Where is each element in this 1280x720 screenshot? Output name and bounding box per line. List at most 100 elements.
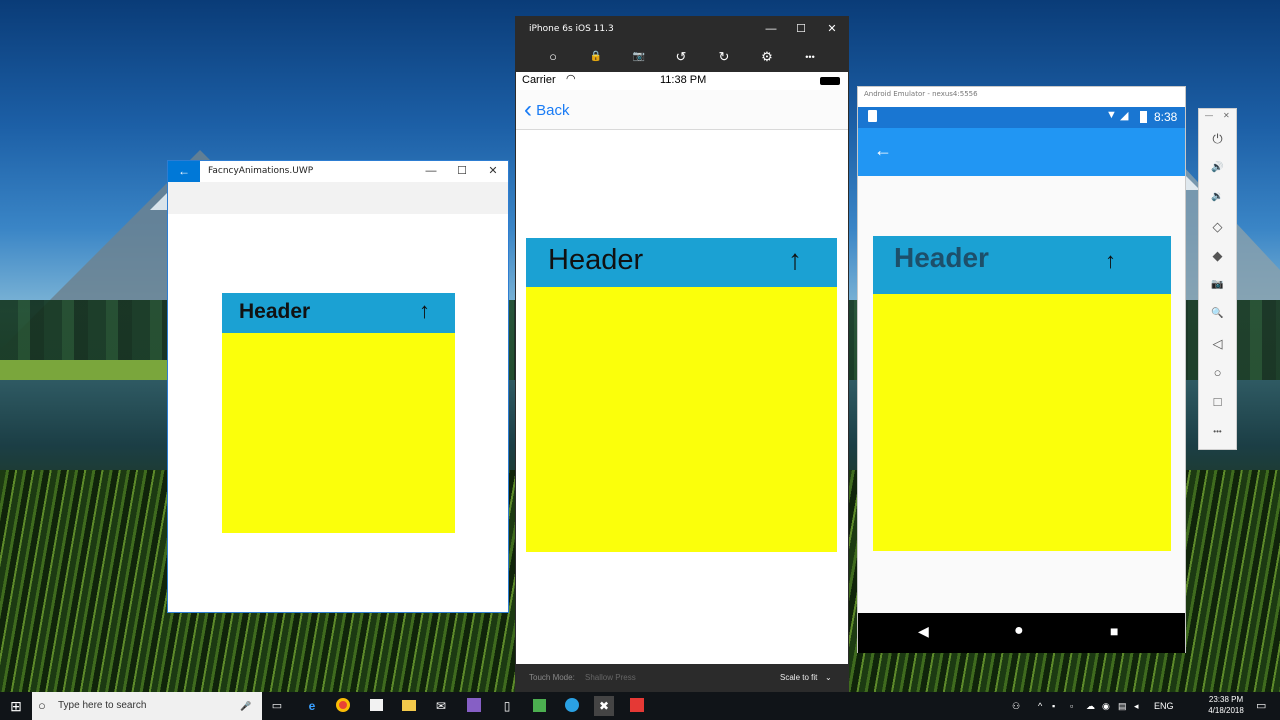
tray-app-icon[interactable]: ◉	[1102, 692, 1110, 720]
android-status-time: 8:38	[1154, 110, 1178, 124]
ios-status-bar: Carrier ◠ 11:38 PM	[516, 72, 848, 90]
nav-recents-icon[interactable]: ■	[1110, 623, 1118, 639]
task-view-icon[interactable]: ▭	[267, 696, 287, 716]
ios-card-title: Header	[548, 244, 644, 276]
visual-studio-icon[interactable]	[464, 696, 484, 716]
remote-desktop-icon[interactable]	[562, 696, 582, 716]
search-icon: ○	[38, 698, 46, 713]
rotate-right-icon[interactable]: ◆	[1199, 244, 1236, 268]
ios-back-button[interactable]: ‹ Back	[524, 96, 570, 125]
home-icon[interactable]: ○	[541, 46, 565, 68]
more-icon[interactable]: •••	[798, 46, 822, 68]
android-navigation-bar: ◀ ● ■	[858, 613, 1185, 653]
battery-icon	[820, 77, 840, 85]
snagit-icon[interactable]	[627, 696, 647, 716]
uwp-titlebar[interactable]: ← FacncyAnimations.UWP — ☐ ✕	[168, 161, 508, 182]
phone-device-icon[interactable]: ▯	[497, 696, 517, 716]
ios-close-button[interactable]: ✕	[817, 16, 847, 42]
settings-gear-icon[interactable]: ⚙	[755, 46, 779, 68]
uwp-card: Header ↑	[222, 293, 455, 533]
nav-back-icon[interactable]: ◀	[918, 623, 929, 640]
tray-app-icon[interactable]: ▫	[1070, 692, 1073, 720]
uwp-card-body	[222, 333, 455, 533]
ios-screen: Carrier ◠ 11:38 PM ‹ Back Header ↑	[516, 72, 848, 664]
side-close-button[interactable]: ✕	[1223, 111, 1230, 120]
edge-browser-icon[interactable]: e	[302, 696, 322, 716]
windows-start-icon[interactable]: ⊞	[6, 696, 26, 716]
taskbar-clock[interactable]: 23:38 PM 4/18/2018	[1204, 694, 1248, 716]
android-status-bar: ▼ ◢ 8:38	[858, 107, 1185, 128]
nav-home-icon[interactable]: ●	[1014, 622, 1024, 640]
uwp-maximize-button[interactable]: ☐	[447, 161, 477, 182]
android-emulator-title: Android Emulator - nexus4:5556	[864, 90, 978, 98]
volume-icon[interactable]: ◂	[1134, 692, 1139, 720]
xamarin-icon[interactable]: ✖	[594, 696, 614, 716]
camera-icon[interactable]: 📷	[1199, 273, 1236, 297]
back-icon[interactable]: ◁	[1199, 332, 1236, 356]
mail-icon[interactable]: ✉	[431, 696, 451, 716]
taskbar-date: 4/18/2018	[1208, 706, 1244, 715]
taskbar-time: 23:38 PM	[1208, 695, 1244, 704]
android-card-header[interactable]: Header ↑	[873, 236, 1171, 294]
android-emulator-side-toolbar: — ✕ ⏻ 🔊 🔉 ◇ ◆ 📷 🔍 ◁ ○ □ •••	[1198, 108, 1237, 450]
taskbar-search-box[interactable]: ○ Type here to search 🎤	[32, 692, 262, 720]
uwp-close-button[interactable]: ✕	[478, 161, 508, 182]
show-hidden-icons-chevron[interactable]: ^	[1038, 692, 1042, 720]
rotate-left-icon[interactable]: ◇	[1199, 215, 1236, 239]
android-emulator-window: Android Emulator - nexus4:5556 ▼ ◢ 8:38 …	[857, 86, 1186, 653]
ios-carrier: Carrier	[522, 74, 556, 86]
power-icon[interactable]: ⏻	[1199, 127, 1236, 151]
ios-simulator-titlebar[interactable]: iPhone 6s iOS 11.3 — ☐ ✕	[515, 16, 849, 42]
back-arrow-icon: ←	[178, 164, 190, 178]
rotate-right-icon[interactable]: ↻	[712, 46, 736, 68]
up-arrow-icon[interactable]: ↑	[419, 298, 430, 324]
onedrive-icon[interactable]: ☁	[1086, 692, 1095, 720]
search-placeholder: Type here to search	[58, 700, 147, 711]
overview-icon[interactable]: □	[1199, 390, 1236, 414]
more-icon[interactable]: •••	[1199, 420, 1236, 444]
ios-back-label: Back	[536, 102, 570, 119]
back-arrow-icon[interactable]: ←	[874, 140, 892, 161]
sd-card-icon	[868, 110, 877, 122]
volume-down-icon[interactable]: 🔉	[1199, 185, 1236, 209]
uwp-back-button[interactable]: ←	[168, 161, 200, 182]
touch-mode-label: Touch Mode:	[529, 673, 575, 682]
uwp-minimize-button[interactable]: —	[416, 161, 446, 182]
up-arrow-icon[interactable]: ↑	[1105, 248, 1116, 274]
ios-simulator-bottom-bar: Touch Mode: Shallow Press Scale to fit ⌄	[515, 664, 849, 692]
ios-simulator-toolbar: ○ 🔒 📷 ↺ ↻ ⚙ •••	[515, 42, 849, 72]
android-content: Header ↑	[858, 176, 1185, 613]
rotate-left-icon[interactable]: ↺	[669, 46, 693, 68]
store-icon[interactable]	[366, 696, 386, 716]
ios-maximize-button[interactable]: ☐	[786, 16, 816, 42]
volume-up-icon[interactable]: 🔊	[1199, 156, 1236, 180]
uwp-card-header[interactable]: Header ↑	[222, 293, 455, 333]
ios-simulator-window: iPhone 6s iOS 11.3 — ☐ ✕ ○ 🔒 📷 ↺ ↻ ⚙ •••…	[515, 16, 849, 692]
home-icon[interactable]: ○	[1199, 361, 1236, 385]
people-icon[interactable]: ⚇	[1012, 692, 1020, 720]
network-icon[interactable]: ▤	[1118, 692, 1127, 720]
touch-mode-value[interactable]: Shallow Press	[585, 664, 636, 692]
windows-taskbar: ⊞ ○ Type here to search 🎤 ▭ e ✉ ▯ ✖ ⚇ ^ …	[0, 692, 1280, 720]
signal-icon: ◢	[1120, 110, 1129, 122]
chrome-icon[interactable]	[333, 696, 353, 716]
action-center-icon[interactable]: ▭	[1256, 692, 1266, 720]
file-explorer-icon[interactable]	[399, 696, 419, 716]
uwp-app-window: ← FacncyAnimations.UWP — ☐ ✕ Header ↑	[167, 160, 509, 613]
scale-to-fit-dropdown[interactable]: Scale to fit	[780, 664, 817, 692]
ios-card-header[interactable]: Header ↑	[526, 238, 837, 287]
camera-icon[interactable]: 📷	[627, 46, 651, 68]
side-minimize-button[interactable]: —	[1205, 111, 1213, 120]
lock-icon[interactable]: 🔒	[584, 46, 608, 68]
language-indicator[interactable]: ENG	[1154, 692, 1174, 720]
chevron-down-icon[interactable]: ⌄	[825, 664, 832, 692]
app-icon[interactable]	[529, 696, 549, 716]
zoom-icon[interactable]: 🔍	[1199, 302, 1236, 326]
tray-app-icon[interactable]: ▪	[1052, 692, 1055, 720]
uwp-window-title: FacncyAnimations.UWP	[208, 166, 314, 176]
ios-minimize-button[interactable]: —	[756, 16, 786, 42]
microphone-icon[interactable]: 🎤	[240, 692, 251, 720]
ios-simulator-title: iPhone 6s iOS 11.3	[529, 24, 614, 34]
up-arrow-icon[interactable]: ↑	[788, 244, 802, 276]
android-app-bar: ←	[858, 128, 1185, 176]
